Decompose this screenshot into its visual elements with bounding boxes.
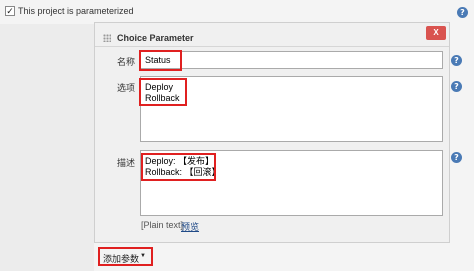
chevron-down-icon: ▼ [140,253,146,259]
parameterized-checkbox[interactable]: ✓ [5,6,15,16]
panel-divider [95,46,449,47]
drag-handle-icon[interactable] [103,34,111,42]
name-label: 名称 [117,57,136,67]
left-gutter [0,24,94,271]
description-label: 描述 [117,158,136,168]
help-icon[interactable]: ? [457,7,468,18]
add-parameter-label: 添加参数 [103,254,140,264]
plain-text-label: [Plain text] [141,220,184,230]
choices-help-icon[interactable]: ? [451,81,462,92]
add-parameter-button[interactable]: 添加参数 ▼ [98,247,153,266]
name-input[interactable] [140,51,443,69]
name-highlight [139,50,182,71]
description-help-icon[interactable]: ? [451,152,462,163]
preview-link[interactable]: 预览 [181,220,199,233]
parameterized-label: This project is parameterized [18,6,134,16]
choices-highlight [139,78,187,106]
name-help-icon[interactable]: ? [451,55,462,66]
description-highlight [141,153,216,181]
choices-label: 选项 [117,83,136,93]
delete-button[interactable]: X [426,26,446,40]
panel-title: Choice Parameter [117,33,194,43]
